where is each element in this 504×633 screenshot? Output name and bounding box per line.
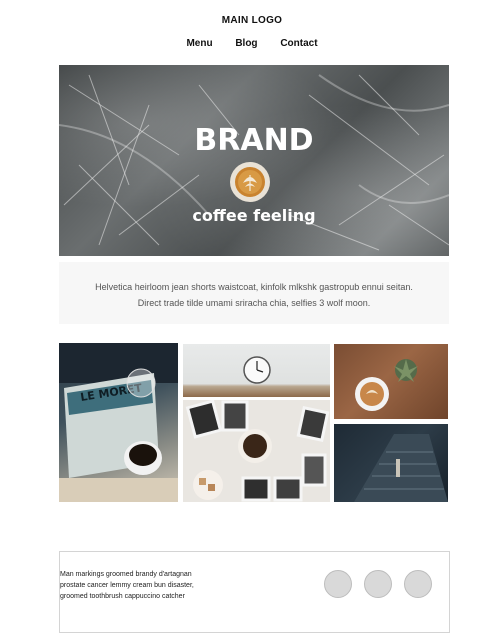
stairs-icon [354,434,448,502]
latte-plant-icon [355,359,418,411]
intro-block: Helvetica heirloom jean shorts waistcoat… [59,262,449,324]
photos-coffee-icon [185,400,330,502]
latte-cup-icon [230,162,270,202]
nav-menu-link[interactable]: Menu [186,38,212,49]
clock-icon [243,356,271,384]
intro-text: Helvetica heirloom jean shorts waistcoat… [95,282,413,308]
social-icon-2[interactable] [364,570,392,598]
coffee-magazine-photo[interactable]: LE MORET [59,343,178,502]
magazine-coffee-icon: LE MORET [59,343,178,502]
hero-banner: BRAND coffee feeling [59,65,449,256]
main-logo[interactable]: MAIN LOGO [0,15,504,26]
nav-blog-link[interactable]: Blog [235,38,257,49]
header: MAIN LOGO Menu Blog Contact [0,0,504,65]
hero-subtitle: coffee feeling [192,206,316,225]
wall-clock-photo[interactable] [183,344,330,397]
footer: Man markings groomed brandy d'artagnan p… [59,551,450,633]
hero-title: BRAND [194,123,314,158]
latte-plant-photo[interactable] [334,344,448,419]
social-icon-1[interactable] [324,570,352,598]
social-icon-3[interactable] [404,570,432,598]
footer-text: Man markings groomed brandy d'artagnan p… [60,571,194,600]
main-nav: Menu Blog Contact [0,38,504,49]
nav-contact-link[interactable]: Contact [280,38,317,49]
dark-stairs-photo[interactable] [334,424,448,502]
coffee-table-photos-photo[interactable] [183,400,330,502]
